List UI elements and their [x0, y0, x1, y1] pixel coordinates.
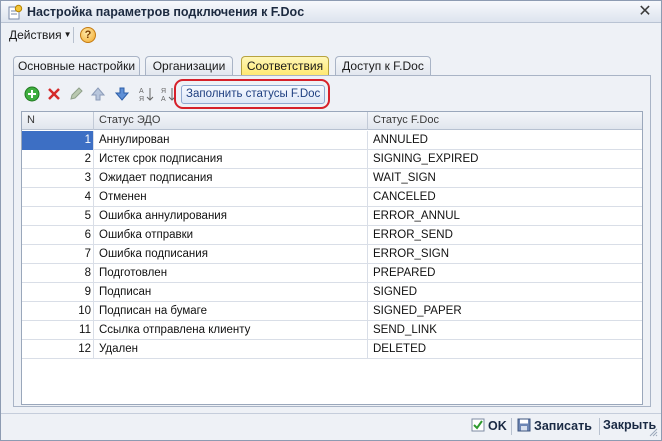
footer-divider [511, 418, 512, 435]
table-row[interactable]: 9 Подписан SIGNED [22, 283, 642, 302]
help-icon[interactable]: ? [80, 27, 96, 43]
footer-divider [599, 418, 600, 435]
edo-status-cell[interactable]: Ошибка аннулирования [94, 207, 368, 226]
svg-text:Я: Я [161, 88, 166, 95]
fdoc-status-cell[interactable]: ERROR_ANNUL [368, 207, 642, 226]
table-row[interactable]: 3 Ожидает подписания WAIT_SIGN [22, 169, 642, 188]
actions-menu-label: Действия [9, 28, 62, 42]
edo-status-cell[interactable]: Аннулирован [94, 131, 368, 150]
table-row[interactable]: 11 Ссылка отправлена клиенту SEND_LINK [22, 321, 642, 340]
edo-status-cell[interactable]: Удален [94, 340, 368, 359]
table-row[interactable]: 5 Ошибка аннулирования ERROR_ANNUL [22, 207, 642, 226]
edo-status-cell[interactable]: Подготовлен [94, 264, 368, 283]
tab-fdoc-access[interactable]: Доступ к F.Doc [335, 56, 431, 76]
fill-statuses-button[interactable]: Заполнить статусы F.Doc [181, 85, 326, 104]
fdoc-status-cell[interactable]: ERROR_SIGN [368, 245, 642, 264]
menu-bar: Действия ▼ ? [1, 24, 661, 46]
fdoc-status-cell[interactable]: SIGNED [368, 283, 642, 302]
checkmark-icon [471, 418, 485, 432]
resize-grip-icon[interactable] [648, 427, 658, 437]
svg-text:Я: Я [139, 96, 144, 103]
row-number-cell[interactable]: 10 [22, 302, 94, 321]
svg-text:A: A [161, 96, 166, 103]
table-row[interactable]: 12 Удален DELETED [22, 340, 642, 359]
column-header-fdoc-status[interactable]: Статус F.Doc [368, 112, 642, 130]
table-header: N Статус ЭДО Статус F.Doc [22, 112, 642, 130]
edo-status-cell[interactable]: Ошибка отправки [94, 226, 368, 245]
menu-separator [73, 27, 74, 43]
save-disk-icon [517, 418, 531, 432]
fdoc-status-cell[interactable]: PREPARED [368, 264, 642, 283]
move-down-icon[interactable] [113, 85, 131, 103]
row-number-cell[interactable]: 6 [22, 226, 94, 245]
table-row[interactable]: 10 Подписан на бумаге SIGNED_PAPER [22, 302, 642, 321]
row-number-cell[interactable]: 8 [22, 264, 94, 283]
row-number-cell[interactable]: 9 [22, 283, 94, 302]
title-bar: Настройка параметров подключения к F.Doc… [1, 1, 661, 23]
add-icon[interactable] [23, 85, 41, 103]
move-up-icon[interactable] [89, 85, 107, 103]
table-row[interactable]: 7 Ошибка подписания ERROR_SIGN [22, 245, 642, 264]
row-number-cell[interactable]: 4 [22, 188, 94, 207]
row-number-cell[interactable]: 2 [22, 150, 94, 169]
fdoc-status-cell[interactable]: WAIT_SIGN [368, 169, 642, 188]
mapping-table: N Статус ЭДО Статус F.Doc 1 Аннулирован AN… [21, 111, 643, 405]
tab-mappings[interactable]: Соответствия [241, 56, 329, 77]
row-number-cell[interactable]: 5 [22, 207, 94, 226]
sort-desc-icon[interactable]: Я A [159, 85, 177, 103]
fdoc-status-cell[interactable]: CANCELED [368, 188, 642, 207]
tab-main-settings[interactable]: Основные настройки [13, 56, 140, 76]
table-row[interactable]: 2 Истек срок подписания SIGNING_EXPIRED [22, 150, 642, 169]
save-button-label: Записать [534, 419, 592, 433]
document-settings-icon [8, 4, 23, 20]
actions-menu[interactable]: Действия ▼ [9, 28, 72, 42]
table-row[interactable]: 1 Аннулирован ANNULED [22, 131, 642, 150]
window-title: Настройка параметров подключения к F.Doc [27, 5, 305, 19]
row-number-cell[interactable]: 1 [22, 131, 94, 150]
edo-status-cell[interactable]: Ссылка отправлена клиенту [94, 321, 368, 340]
column-header-edo-status[interactable]: Статус ЭДО [94, 112, 368, 130]
footer-separator [1, 413, 661, 414]
fdoc-status-cell[interactable]: ERROR_SEND [368, 226, 642, 245]
table-row[interactable]: 4 Отменен CANCELED [22, 188, 642, 207]
caret-down-icon: ▼ [63, 30, 72, 39]
ok-button-label: OK [488, 419, 507, 433]
edo-status-cell[interactable]: Подписан [94, 283, 368, 302]
delete-icon[interactable] [45, 85, 63, 103]
fdoc-status-cell[interactable]: SIGNED_PAPER [368, 302, 642, 321]
edo-status-cell[interactable]: Подписан на бумаге [94, 302, 368, 321]
sort-asc-icon[interactable]: A Я [137, 85, 155, 103]
row-number-cell[interactable]: 3 [22, 169, 94, 188]
fdoc-status-cell[interactable]: SIGNING_EXPIRED [368, 150, 642, 169]
table-row[interactable]: 6 Ошибка отправки ERROR_SEND [22, 226, 642, 245]
edit-icon[interactable] [67, 85, 85, 103]
edo-status-cell[interactable]: Ожидает подписания [94, 169, 368, 188]
row-number-cell[interactable]: 12 [22, 340, 94, 359]
ok-button[interactable]: OK [471, 418, 507, 436]
column-header-n[interactable]: N [22, 112, 94, 130]
row-number-cell[interactable]: 11 [22, 321, 94, 340]
settings-window: Настройка параметров подключения к F.Doc… [0, 0, 662, 441]
save-button[interactable]: Записать [517, 418, 592, 436]
edo-status-cell[interactable]: Истек срок подписания [94, 150, 368, 169]
row-number-cell[interactable]: 7 [22, 245, 94, 264]
edo-status-cell[interactable]: Ошибка подписания [94, 245, 368, 264]
fdoc-status-cell[interactable]: DELETED [368, 340, 642, 359]
edo-status-cell[interactable]: Отменен [94, 188, 368, 207]
svg-text:A: A [139, 88, 144, 95]
table-row[interactable]: 8 Подготовлен PREPARED [22, 264, 642, 283]
close-icon[interactable]: ✕ [637, 4, 653, 20]
tab-organizations[interactable]: Организации [145, 56, 233, 76]
fdoc-status-cell[interactable]: SEND_LINK [368, 321, 642, 340]
fdoc-status-cell[interactable]: ANNULED [368, 131, 642, 150]
